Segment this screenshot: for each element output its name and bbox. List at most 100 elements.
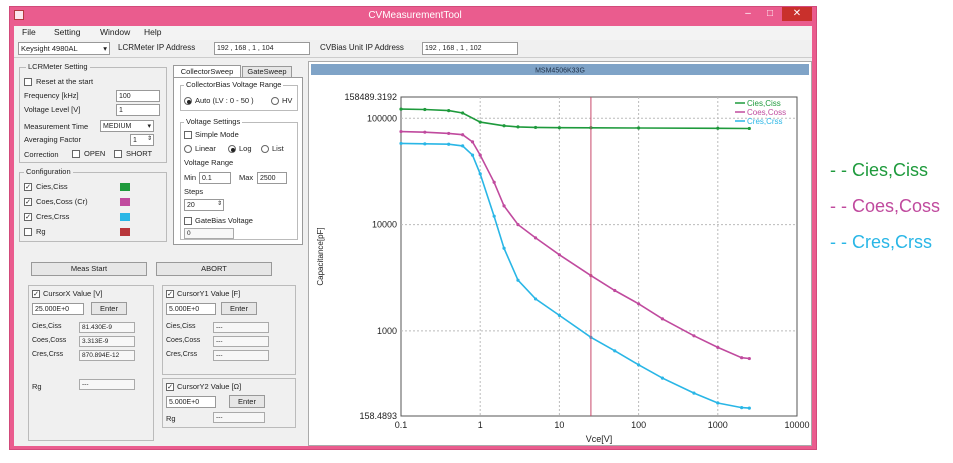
log-radio[interactable] bbox=[228, 145, 236, 153]
legend-label: Cies,Ciss bbox=[747, 99, 781, 108]
chevron-down-icon: ▾ bbox=[147, 123, 151, 130]
cursor-x-input[interactable]: 25.000E+0 bbox=[32, 303, 84, 315]
cursor-y1-row-value: --- bbox=[213, 322, 269, 333]
config-cres-checkbox[interactable]: ✓ bbox=[24, 213, 32, 221]
cursor-y2-rg-value: --- bbox=[213, 412, 265, 423]
max-input[interactable]: 2500 bbox=[257, 172, 287, 184]
gatebias-input[interactable]: 0 bbox=[184, 228, 234, 239]
menu-help[interactable]: Help bbox=[144, 27, 161, 37]
y-tick-label: 100000 bbox=[367, 113, 397, 123]
tab-gate-sweep[interactable]: GateSweep bbox=[242, 66, 292, 77]
reset-checkbox[interactable] bbox=[24, 78, 32, 86]
config-coes-checkbox[interactable]: ✓ bbox=[24, 198, 32, 206]
config-coes-color-swatch[interactable] bbox=[120, 198, 130, 206]
series-point-3 bbox=[747, 406, 751, 410]
series-point-3 bbox=[461, 144, 465, 148]
series-point-3 bbox=[492, 214, 496, 218]
title-bar[interactable]: CVMeasurementTool – □ ✕ bbox=[10, 7, 816, 25]
config-cres-label: Cres,Crss bbox=[36, 212, 70, 221]
voltage-range-label: Voltage Range bbox=[184, 158, 234, 167]
x-tick-label: 10 bbox=[554, 420, 564, 430]
config-cies-color-swatch[interactable] bbox=[120, 183, 130, 191]
open-checkbox[interactable] bbox=[72, 150, 80, 158]
stepper-arrows-icon[interactable]: ⇕ bbox=[217, 199, 222, 210]
menu-file[interactable]: File bbox=[22, 27, 36, 37]
meas-time-label: Measurement Time bbox=[24, 122, 89, 131]
config-rg-checkbox[interactable] bbox=[24, 228, 32, 236]
cursor-x-row-label: Coes,Coss bbox=[32, 337, 67, 344]
cvbias-ip-input[interactable]: 192 , 168 , 1 , 102 bbox=[422, 42, 518, 55]
gatebias-label: GateBias Voltage bbox=[195, 216, 253, 225]
y-axis-label: Capacitance[pF] bbox=[316, 227, 325, 285]
series-point-2 bbox=[492, 180, 496, 184]
min-input[interactable]: 0.1 bbox=[199, 172, 231, 184]
meas-time-select[interactable]: MEDIUM ▾ bbox=[100, 120, 154, 132]
series-point-1 bbox=[533, 125, 538, 130]
capacitance-chart[interactable]: MSM4506K33G 0.1 1 10 100 1000 10000 158489.3192… bbox=[309, 62, 811, 445]
series-point-1 bbox=[461, 111, 465, 115]
abort-button[interactable]: ABORT bbox=[156, 262, 272, 276]
hv-label: HV bbox=[282, 96, 293, 105]
menu-window[interactable]: Window bbox=[100, 27, 130, 37]
x-axis-label: Vce[V] bbox=[586, 434, 613, 444]
tab-collector-sweep[interactable]: CollectorSweep bbox=[173, 65, 241, 77]
simple-mode-checkbox[interactable] bbox=[184, 131, 192, 139]
outside-legend-item: - - Cies,Ciss bbox=[830, 160, 928, 180]
series-point-3 bbox=[692, 391, 696, 395]
voltage-input[interactable]: 1 bbox=[116, 104, 160, 116]
frequency-input[interactable]: 100 bbox=[116, 90, 160, 102]
hv-radio[interactable] bbox=[271, 97, 279, 105]
config-cies-checkbox[interactable]: ✓ bbox=[24, 183, 32, 191]
lcr-settings-group: LCRMeter Setting Reset at the start Freq… bbox=[19, 62, 167, 163]
series-point-2 bbox=[740, 356, 744, 360]
maximize-button[interactable]: □ bbox=[760, 7, 780, 21]
auto-radio[interactable] bbox=[184, 97, 192, 105]
cursor-x-group: ✓ CursorX Value [V] 25.000E+0 Enter Cies… bbox=[28, 285, 154, 441]
stepper-arrows-icon[interactable]: ⇕ bbox=[147, 134, 152, 145]
model-select[interactable]: Keysight 4980AL ▾ bbox=[18, 42, 110, 55]
series-point-3 bbox=[399, 141, 403, 146]
steps-stepper[interactable]: 20 ⇕ bbox=[184, 199, 224, 211]
series-point-3 bbox=[613, 349, 617, 353]
cursor-y2-enter-button[interactable]: Enter bbox=[229, 395, 265, 408]
minimize-button[interactable]: – bbox=[738, 7, 758, 21]
series-point-1 bbox=[502, 124, 506, 128]
x-tick-label: 0.1 bbox=[395, 420, 408, 430]
short-checkbox[interactable] bbox=[114, 150, 122, 158]
linear-radio[interactable] bbox=[184, 145, 192, 153]
open-label: OPEN bbox=[84, 149, 106, 158]
series-point-2 bbox=[470, 140, 475, 144]
x-tick-label: 1 bbox=[478, 420, 483, 430]
series-point-3 bbox=[716, 401, 720, 405]
cursor-y2-checkbox[interactable]: ✓ bbox=[166, 383, 174, 391]
gatebias-checkbox[interactable] bbox=[184, 217, 192, 225]
config-cres-color-swatch[interactable] bbox=[120, 213, 130, 221]
avg-stepper[interactable]: 1 ⇕ bbox=[130, 134, 154, 146]
max-label: Max bbox=[239, 173, 254, 182]
series-point-3 bbox=[478, 172, 482, 176]
linear-label: Linear bbox=[195, 144, 216, 153]
outside-legend-item: - - Coes,Coss bbox=[830, 196, 941, 216]
chart-panel: MSM4506K33G 0.1 1 10 100 1000 10000 158489.3192… bbox=[308, 61, 812, 446]
list-radio[interactable] bbox=[261, 145, 269, 153]
lcr-ip-input[interactable]: 192 , 168 , 1 , 104 bbox=[214, 42, 310, 55]
cursor-y1-checkbox[interactable]: ✓ bbox=[166, 290, 174, 298]
x-tick-label: 1000 bbox=[708, 420, 728, 430]
cursor-y1-input[interactable]: 5.000E+0 bbox=[166, 303, 216, 315]
close-button[interactable]: ✕ bbox=[782, 7, 812, 21]
voltage-settings-group: Voltage Settings Simple Mode Linear Log … bbox=[180, 117, 298, 240]
cursor-x-row-label: Cres,Crss bbox=[32, 351, 64, 358]
cursor-x-checkbox[interactable]: ✓ bbox=[32, 290, 40, 298]
menu-setting[interactable]: Setting bbox=[54, 27, 80, 37]
sweep-panel: CollectorBias Voltage Range Auto (LV : 0… bbox=[173, 77, 303, 245]
cursor-y2-input[interactable]: 5.000E+0 bbox=[166, 396, 216, 408]
cursor-x-enter-button[interactable]: Enter bbox=[91, 302, 127, 315]
meas-start-button[interactable]: Meas Start bbox=[31, 262, 147, 276]
series-point-2 bbox=[716, 345, 720, 350]
cursor-y1-enter-button[interactable]: Enter bbox=[221, 302, 257, 315]
x-tick-label: 10000 bbox=[784, 420, 809, 430]
series-point-3 bbox=[557, 313, 561, 317]
series-point-3 bbox=[637, 363, 641, 367]
address-bar: Keysight 4980AL ▾ LCRMeter IP Address 19… bbox=[14, 40, 812, 58]
config-rg-color-swatch[interactable] bbox=[120, 228, 130, 236]
